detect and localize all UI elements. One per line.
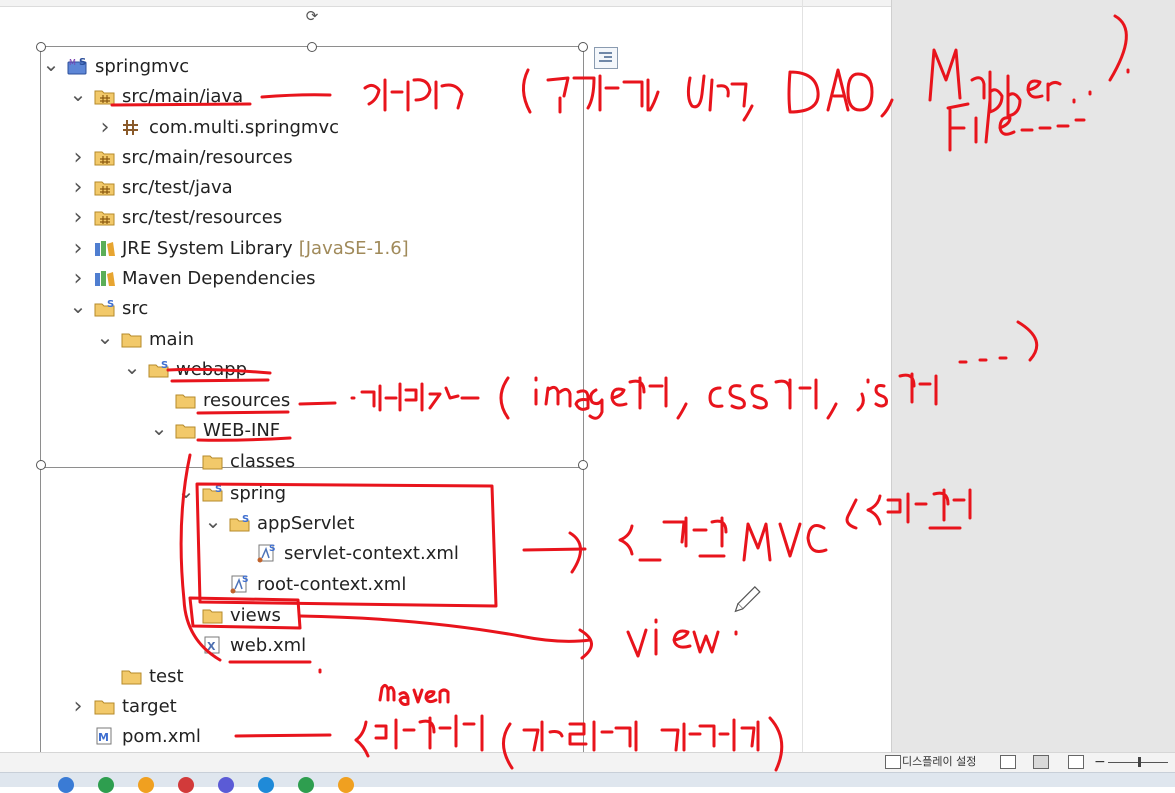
handwriting-css-files: [708, 378, 838, 420]
underline-webapp: [166, 367, 272, 383]
handwriting-mvc: [742, 522, 828, 562]
handwriting-view: [626, 618, 738, 658]
arrow-views: [298, 614, 593, 660]
handwriting-static-files: [350, 382, 480, 412]
pen-annotations: [110, 14, 1130, 772]
handwriting-java-files: [363, 78, 464, 112]
handwriting-js-files: [856, 320, 1039, 412]
arrow-spring-config: [522, 531, 587, 574]
bracket-web-inf: [179, 453, 222, 662]
arrow-line-resources: [298, 401, 337, 406]
handwriting-library: [522, 720, 638, 752]
box-spring-config: [195, 482, 498, 608]
handwriting-add-related: [660, 716, 784, 772]
handwriting-image-files: [534, 376, 688, 420]
handwriting-service: [686, 74, 754, 122]
handwriting-file: [946, 98, 1086, 152]
arrow-line-pom: [234, 733, 332, 738]
paren-close: [1108, 14, 1128, 82]
paren-open: [499, 376, 510, 420]
handwriting-controller: [546, 74, 660, 114]
arrow-line-java: [260, 93, 332, 99]
handwriting-spring: [618, 516, 728, 562]
paren-open: [502, 722, 514, 770]
handwriting-config-file: [354, 714, 484, 758]
paren-open: [522, 68, 532, 114]
handwriting-dao: [787, 68, 894, 118]
handwriting-maven: [378, 683, 450, 706]
underline-resources: [196, 410, 290, 415]
underline-src-main-java: [110, 102, 252, 107]
underline-web-inf: [196, 436, 292, 442]
pen-cursor-icon: [734, 586, 761, 613]
handwriting-config-files: [845, 488, 972, 530]
